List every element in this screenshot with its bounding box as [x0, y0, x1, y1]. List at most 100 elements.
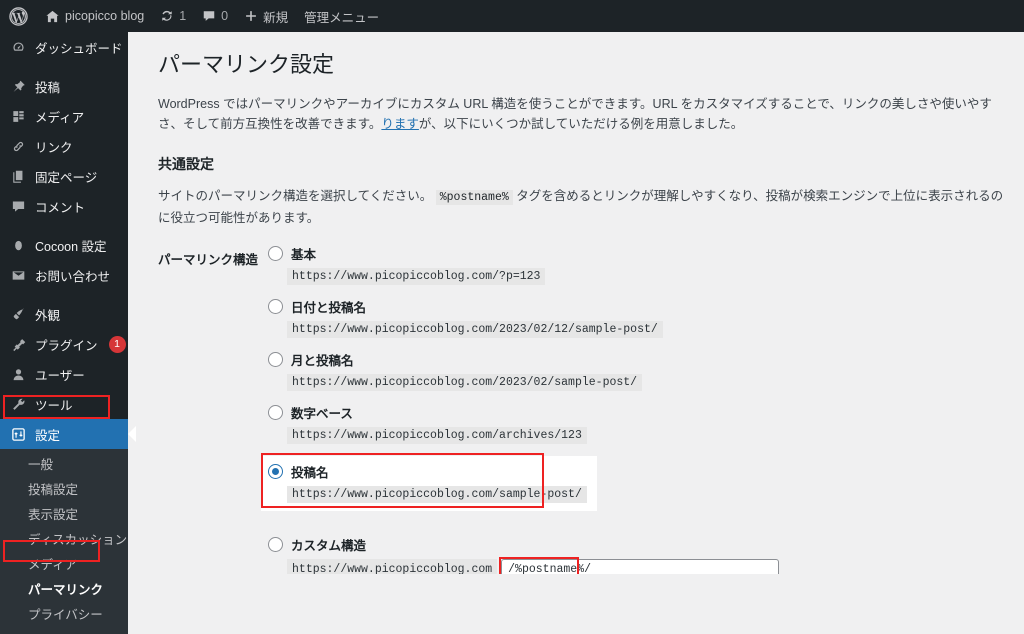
option-numeric-url: https://www.picopiccoblog.com/archives/1…	[287, 426, 587, 444]
submenu-item-reading[interactable]: 表示設定	[0, 503, 128, 528]
sidebar-item-appearance[interactable]: 外観	[0, 299, 128, 329]
sidebar-label: コメント	[35, 200, 86, 215]
submenu-label: 一般	[28, 458, 54, 472]
link-icon	[10, 138, 26, 154]
option-custom-label: カスタム構造	[291, 538, 367, 553]
radio-month-and-name[interactable]	[268, 351, 284, 367]
comment-icon	[10, 198, 26, 214]
sidebar-item-cocoon-settings[interactable]: Cocoon 設定	[0, 230, 128, 260]
sidebar-item-tools[interactable]: ツール	[0, 389, 128, 419]
sidebar-item-media[interactable]: メディア	[0, 101, 128, 131]
radio-day-and-name[interactable]	[268, 298, 284, 314]
radio-post-name[interactable]	[268, 463, 284, 479]
sidebar-label: お問い合わせ	[35, 269, 111, 284]
settings-submenu-list: 一般 投稿設定 表示設定 ディスカッション メディア パーマリンク プライバシー	[0, 449, 128, 634]
sidebar-item-users[interactable]: ユーザー	[0, 359, 128, 389]
radio-custom-structure[interactable]	[268, 536, 284, 552]
option-month-and-name-url: https://www.picopiccoblog.com/2023/02/sa…	[287, 373, 643, 391]
sidebar-label: プラグイン	[35, 338, 98, 353]
updates-icon	[160, 9, 174, 23]
custom-structure-line: https://www.picopiccoblog.com	[287, 556, 1024, 574]
option-plain-head: 基本	[268, 244, 1024, 263]
section-title-common-settings: 共通設定	[158, 156, 214, 173]
option-numeric[interactable]: 数字ベース https://www.picopiccoblog.com/arch…	[268, 403, 1024, 444]
page-title: パーマリンク設定	[158, 52, 335, 77]
submenu-item-writing[interactable]: 投稿設定	[0, 478, 128, 503]
submenu-label: パーマリンク	[28, 583, 104, 597]
pin-icon	[10, 78, 26, 94]
plugin-update-badge: 1	[108, 335, 126, 353]
option-custom-head: カスタム構造	[268, 535, 1024, 554]
description-link[interactable]: ります	[381, 117, 419, 131]
sidebar-label: 外観	[35, 308, 61, 323]
option-month-and-name[interactable]: 月と投稿名 https://www.picopiccoblog.com/2023…	[268, 350, 1024, 391]
postname-tag-code: %postname%	[435, 190, 513, 206]
option-numeric-head: 数字ベース	[268, 403, 1024, 422]
option-plain-label: 基本	[291, 247, 317, 262]
main-content: パーマリンク設定 WordPress ではパーマリンクやアーカイブにカスタム U…	[128, 32, 1024, 574]
updates-button[interactable]: 1	[152, 0, 194, 32]
sidebar-label: 固定ページ	[35, 170, 98, 185]
new-content-label: 新規	[263, 10, 289, 25]
section-description: サイトのパーマリンク構造を選択してください。 %postname% タグを含める…	[158, 186, 1004, 228]
site-name-button[interactable]: picopicco blog	[37, 0, 152, 32]
settings-submenu: 一般 投稿設定 表示設定 ディスカッション メディア パーマリンク プライバシー	[0, 449, 128, 634]
sidebar-item-pages[interactable]: 固定ページ	[0, 161, 128, 191]
description-text-part2: が、以下にいくつか試していただける例を用意しました。	[418, 116, 744, 131]
submenu-item-privacy[interactable]: プライバシー	[0, 603, 128, 628]
user-icon	[10, 366, 26, 382]
option-plain[interactable]: 基本 https://www.picopiccoblog.com/?p=123	[268, 244, 1024, 285]
submenu-label: プライバシー	[28, 608, 103, 622]
wordpress-logo-button[interactable]	[0, 0, 37, 32]
submenu-item-media[interactable]: メディア	[0, 553, 128, 578]
submenu-label: 表示設定	[28, 508, 79, 522]
sidebar-label: メディア	[35, 110, 85, 125]
submenu-label: ディスカッション	[28, 533, 128, 547]
updates-count: 1	[179, 9, 187, 23]
new-content-button[interactable]: 新規	[236, 0, 296, 32]
dashboard-icon	[10, 39, 26, 55]
envelope-icon	[10, 267, 26, 283]
option-post-name-url: https://www.picopiccoblog.com/sample-pos…	[287, 485, 587, 503]
media-icon	[10, 108, 26, 124]
sidebar-item-settings[interactable]: 設定	[0, 419, 136, 449]
sidebar-label: リンク	[35, 140, 73, 155]
option-custom-structure[interactable]: カスタム構造 https://www.picopiccoblog.com 利用可…	[268, 535, 1024, 574]
permalink-structure-row: パーマリンク構造 基本 https://www.picopiccoblog.co…	[158, 244, 1024, 574]
sidebar-label: Cocoon 設定	[35, 239, 107, 254]
radio-plain[interactable]	[268, 245, 284, 261]
option-month-and-name-head: 月と投稿名	[268, 350, 1024, 369]
submenu-item-discussion[interactable]: ディスカッション	[0, 528, 128, 553]
plus-icon	[244, 9, 258, 23]
sidebar-item-comments[interactable]: コメント	[0, 191, 128, 221]
option-day-and-name-label: 日付と投稿名	[291, 300, 367, 315]
sidebar-item-dashboard[interactable]: ダッシュボード	[0, 32, 128, 62]
admin-sidebar: ダッシュボード 投稿 メディア リンク 固定ページ コメント Cocoon 設定…	[0, 32, 136, 634]
submenu-label: 投稿設定	[28, 483, 79, 497]
option-day-and-name-head: 日付と投稿名	[268, 297, 1024, 316]
sidebar-label: ツール	[35, 398, 73, 413]
admin-menu-label: 管理メニュー	[304, 10, 380, 25]
option-month-and-name-label: 月と投稿名	[291, 353, 354, 368]
admin-menu-button[interactable]: 管理メニュー	[296, 0, 387, 32]
option-post-name[interactable]: 投稿名 https://www.picopiccoblog.com/sample…	[261, 455, 597, 511]
sidebar-item-plugins[interactable]: プラグイン 1	[0, 329, 128, 359]
radio-numeric[interactable]	[268, 404, 284, 420]
sidebar-label: 投稿	[35, 80, 61, 95]
sidebar-item-contact[interactable]: お問い合わせ	[0, 260, 128, 290]
sidebar-label: ユーザー	[35, 368, 85, 383]
site-name-label: picopicco blog	[65, 9, 145, 23]
comments-button[interactable]: 0	[194, 0, 236, 32]
option-day-and-name[interactable]: 日付と投稿名 https://www.picopiccoblog.com/202…	[268, 297, 1024, 338]
sidebar-item-links[interactable]: リンク	[0, 131, 128, 161]
comments-count: 0	[221, 9, 229, 23]
permalink-options-cell: 基本 https://www.picopiccoblog.com/?p=123 …	[261, 244, 1024, 574]
plugin-icon	[10, 336, 26, 352]
custom-structure-input[interactable]	[501, 558, 780, 574]
option-plain-url: https://www.picopiccoblog.com/?p=123	[287, 267, 546, 285]
submenu-item-general[interactable]: 一般	[0, 453, 128, 478]
home-icon	[45, 9, 60, 24]
submenu-item-permalinks[interactable]: パーマリンク	[0, 578, 128, 603]
sidebar-item-posts[interactable]: 投稿	[0, 71, 128, 101]
option-numeric-label: 数字ベース	[291, 406, 353, 421]
